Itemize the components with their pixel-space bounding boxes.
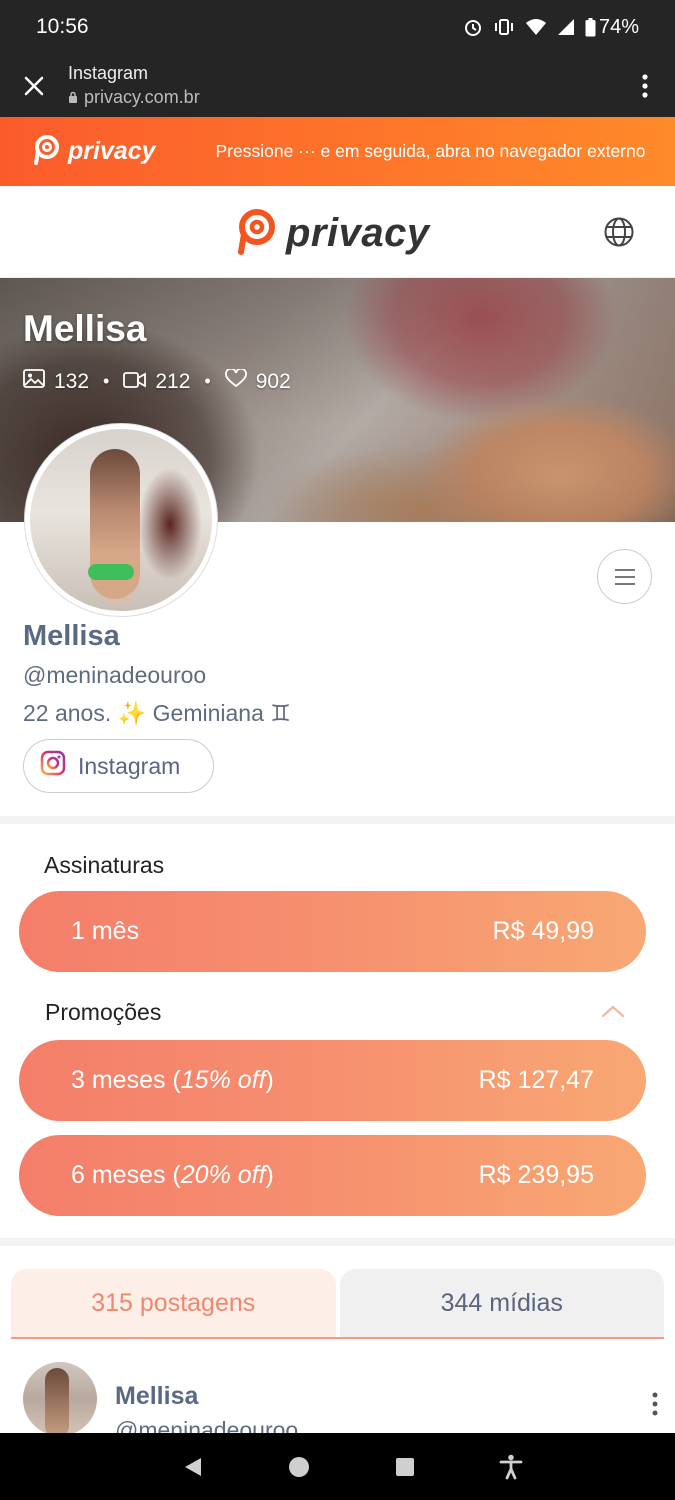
plan-price: R$ 49,99 <box>492 917 594 945</box>
more-vert-icon[interactable] <box>615 54 675 117</box>
battery-percent: 74% <box>598 15 639 38</box>
plan-price: R$ 239,95 <box>478 1161 594 1189</box>
stat-separator: • <box>204 371 211 391</box>
browser-url: privacy.com.br <box>84 87 200 107</box>
likes-stat: 902 <box>224 367 291 394</box>
subscriptions-title: Assinaturas <box>44 852 165 878</box>
close-icon[interactable] <box>0 54 68 117</box>
banner-message: Pressione ··· e em seguida, abra no nave… <box>215 141 646 161</box>
alarm-icon <box>463 17 483 37</box>
site-logo[interactable]: privacy <box>232 206 430 261</box>
instagram-icon <box>40 750 66 782</box>
chevron-up-icon[interactable] <box>601 1004 625 1023</box>
avatar-photo <box>30 429 212 611</box>
profile-handle: @meninadeouroo <box>23 662 207 688</box>
post-avatar[interactable] <box>23 1362 97 1436</box>
profile-avatar[interactable] <box>24 423 218 617</box>
section-divider <box>0 1238 675 1246</box>
battery-icon <box>585 17 596 37</box>
hamburger-icon[interactable] <box>597 549 652 604</box>
plan-label-group: 6 meses (20% off) <box>71 1161 274 1189</box>
status-icons: 74% <box>463 16 639 39</box>
vibrate-icon <box>493 18 515 36</box>
browser-title-block: Instagram privacy.com.br <box>68 63 200 108</box>
plan-6-months-button[interactable]: 6 meses (20% off) R$ 239,95 <box>19 1135 646 1216</box>
post-avatar-figure <box>45 1368 69 1436</box>
wifi-icon <box>525 18 547 36</box>
profile-name: Mellisa <box>23 620 120 652</box>
browser-title: Instagram <box>68 63 149 83</box>
plan-price: R$ 127,47 <box>478 1066 594 1094</box>
accessibility-icon[interactable] <box>499 1454 523 1480</box>
plan-discount: 20% off <box>180 1161 266 1189</box>
site-header: privacy <box>0 186 675 278</box>
video-icon <box>123 370 147 394</box>
lock-icon <box>68 87 78 108</box>
open-external-banner[interactable]: privacy Pressione ··· e em seguida, abra… <box>0 117 675 186</box>
browser-toolbar: Instagram privacy.com.br <box>0 54 675 117</box>
plan-1-month-button[interactable]: 1 mês R$ 49,99 <box>19 891 646 972</box>
status-bar: 10:56 74% <box>0 0 675 54</box>
home-icon[interactable] <box>288 1456 310 1478</box>
system-nav-bar <box>0 1433 675 1500</box>
plan-discount: 15% off <box>180 1066 266 1094</box>
back-icon[interactable] <box>182 1456 204 1478</box>
post-author-name[interactable]: Mellisa <box>115 1382 198 1411</box>
videos-count: 212 <box>155 369 191 393</box>
privacy-logo-icon <box>30 133 62 170</box>
browser-url-row: privacy.com.br <box>68 87 200 108</box>
likes-count: 902 <box>255 369 291 393</box>
status-time: 10:56 <box>36 15 89 38</box>
banner-logo: privacy <box>30 133 210 170</box>
privacy-logo-icon <box>232 206 278 261</box>
photos-stat: 132 <box>23 369 89 394</box>
cover-name: Mellisa <box>23 308 147 349</box>
instagram-link-label: Instagram <box>78 752 181 779</box>
recents-icon[interactable] <box>395 1457 415 1477</box>
plan-label-group: 3 meses (15% off) <box>71 1066 274 1094</box>
signal-icon <box>557 18 575 36</box>
more-vert-icon[interactable] <box>652 1392 658 1421</box>
stat-separator: • <box>103 371 110 391</box>
profile-bio: 22 anos. ✨ Geminiana ♊ <box>23 700 291 726</box>
section-divider <box>0 816 675 824</box>
instagram-link-button[interactable]: Instagram <box>23 739 214 793</box>
heart-icon <box>224 367 247 394</box>
cover-stats: 132 • 212 • 902 <box>23 367 291 394</box>
globe-icon[interactable] <box>603 216 635 253</box>
plan-label: 6 meses <box>71 1161 166 1189</box>
content-tabs: 315 postagens 344 mídias <box>11 1269 664 1339</box>
plan-label: 1 mês <box>71 917 140 945</box>
banner-brand-text: privacy <box>68 137 156 165</box>
plan-3-months-button[interactable]: 3 meses (15% off) R$ 127,47 <box>19 1040 646 1121</box>
site-brand-text: privacy <box>286 211 430 255</box>
tab-media[interactable]: 344 mídias <box>339 1269 664 1337</box>
videos-stat: 212 <box>123 370 190 394</box>
avatar-detail <box>88 564 134 580</box>
plan-label: 3 meses <box>71 1066 166 1094</box>
photos-count: 132 <box>54 369 90 393</box>
tab-posts[interactable]: 315 postagens <box>11 1269 336 1337</box>
promotions-title: Promoções <box>45 999 162 1025</box>
image-icon <box>23 369 45 394</box>
